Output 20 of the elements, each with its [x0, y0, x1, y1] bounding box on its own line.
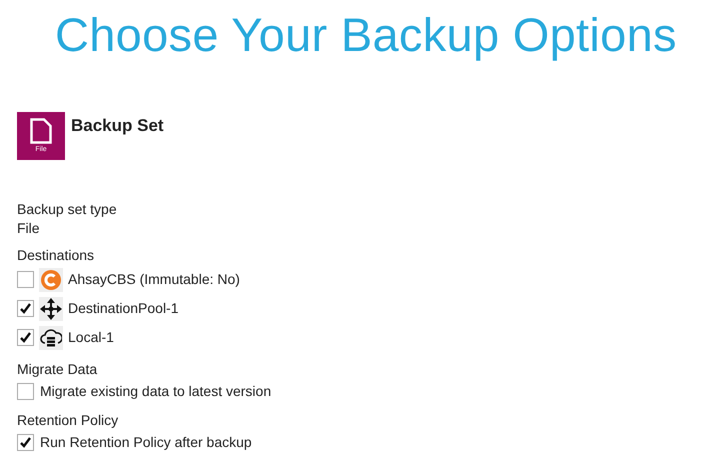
field-label: Migrate Data — [17, 360, 98, 379]
checkbox[interactable] — [17, 382, 34, 400]
field-label: Destinations — [17, 246, 96, 265]
checkbox[interactable] — [17, 434, 34, 450]
field-label: Backup set type — [17, 200, 118, 219]
c-logo-icon — [41, 270, 61, 290]
checkbox-label: Run Retention Policy after backup — [40, 432, 252, 452]
checkbox[interactable] — [17, 329, 34, 346]
checkbox-label: Migrate existing data to latest version — [40, 382, 272, 400]
checkbox-label: DestinationPool-1 — [68, 299, 179, 318]
checkbox-label: AhsayCBS (Immutable: No) — [68, 270, 240, 289]
page-title: Choose Your Backup Options — [54, 7, 678, 63]
field-label: Retention Policy — [17, 411, 120, 430]
field-value: File — [17, 219, 41, 238]
checkbox[interactable] — [17, 271, 34, 288]
section-heading: Backup Set — [71, 116, 164, 136]
checkbox[interactable] — [17, 300, 34, 317]
move-arrows-icon — [40, 298, 62, 320]
checkbox-label: Local-1 — [68, 328, 114, 347]
cloud-server-icon — [40, 328, 62, 348]
